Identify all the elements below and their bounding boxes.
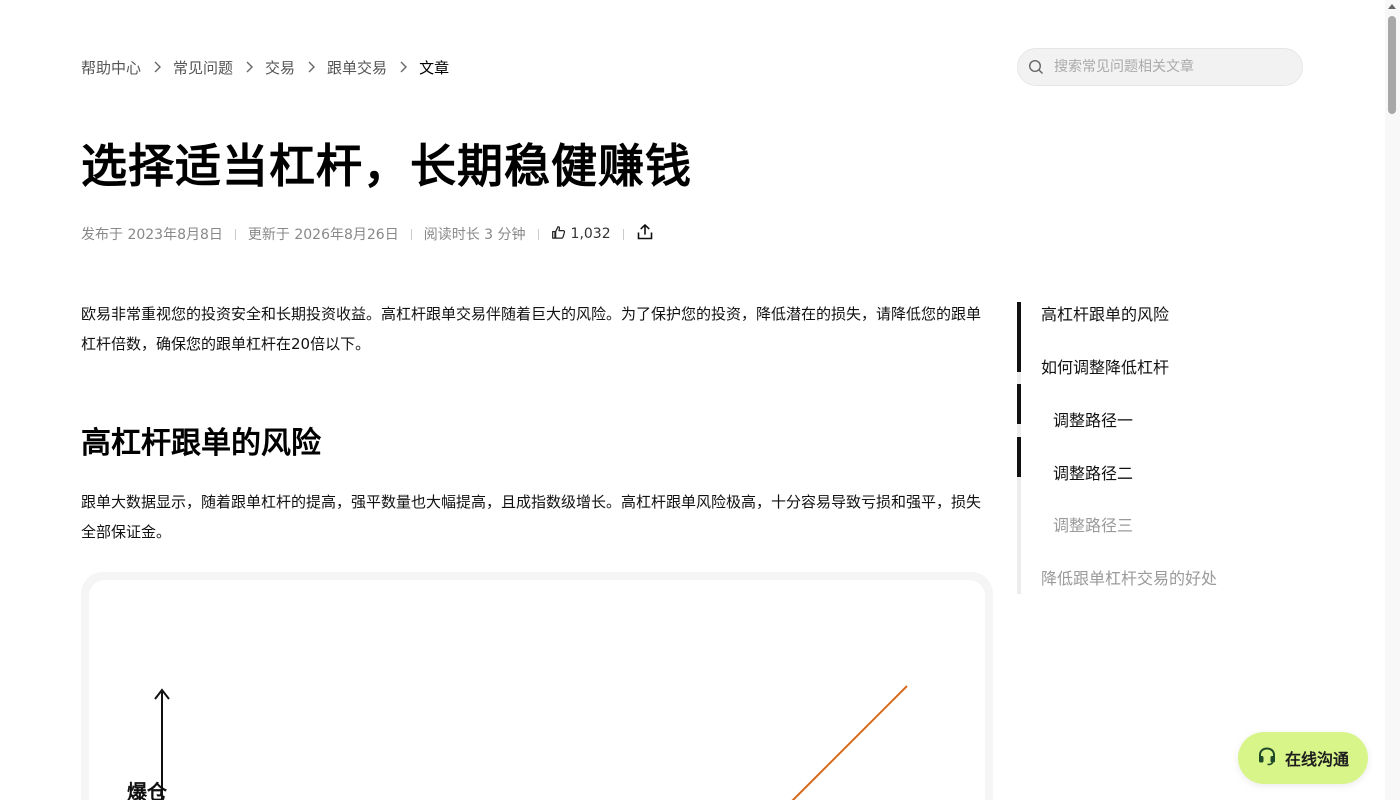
chevron-right-icon [141, 59, 173, 75]
meta-divider [622, 228, 624, 240]
toc-item-path-1[interactable]: 调整路径一 [1053, 408, 1133, 434]
read-time: 阅读时长 3 分钟 [423, 227, 526, 243]
intro-paragraph: 欧易非常重视您的投资安全和长期投资收益。高杠杆跟单交易伴随着巨大的风险。为了保护… [81, 305, 982, 353]
scrollbar-thumb[interactable] [1388, 16, 1396, 114]
breadcrumb-current: 文章 [419, 58, 450, 77]
updated-date: 更新于 2026年8月26日 [247, 227, 399, 243]
toc-item-risk[interactable]: 高杠杆跟单的风险 [1041, 302, 1169, 328]
liquidation-trend-line [791, 685, 908, 800]
scroll-up-arrow-icon[interactable] [1388, 4, 1396, 9]
page-scrollbar[interactable] [1385, 0, 1400, 800]
toc-item-benefits[interactable]: 降低跟单杠杆交易的好处 [1041, 566, 1217, 592]
headset-icon [1257, 746, 1277, 770]
published-date: 发布于 2023年8月8日 [81, 227, 223, 243]
toc-active-indicator [1017, 384, 1021, 424]
breadcrumb-trade[interactable]: 交易 [265, 57, 295, 78]
like-button[interactable]: 1,032 [551, 225, 611, 244]
like-count: 1,032 [570, 226, 611, 242]
chevron-right-icon [387, 59, 419, 75]
thumbs-up-icon [551, 225, 571, 244]
risk-chart-graphic [154, 685, 908, 800]
risk-figure-canvas: 爆仓 [89, 580, 985, 800]
help-article-page: 帮助中心 常见问题 交易 跟单交易 文章 选择适当杠杆，长期稳健赚钱 发布于 2… [0, 0, 1400, 800]
breadcrumb: 帮助中心 常见问题 交易 跟单交易 文章 [81, 56, 449, 78]
share-icon [636, 223, 654, 245]
breadcrumb-help-center[interactable]: 帮助中心 [81, 57, 141, 78]
article-meta: 发布于 2023年8月8日 更新于 2026年8月26日 阅读时长 3 分钟 1… [81, 222, 654, 246]
meta-divider [537, 228, 539, 240]
chevron-right-icon [295, 59, 327, 75]
search-input[interactable] [1052, 58, 1286, 76]
section-heading-risk: 高杠杆跟单的风险 [81, 426, 321, 461]
online-chat-button[interactable]: 在线沟通 [1238, 732, 1368, 784]
section-paragraph-risk: 跟单大数据显示，随着跟单杠杆的提高，强平数量也大幅提高，且成指数级增长。高杠杆跟… [81, 493, 982, 541]
meta-divider [410, 228, 412, 240]
search-box[interactable] [1017, 48, 1303, 86]
toc-item-path-3[interactable]: 调整路径三 [1053, 513, 1133, 539]
breadcrumb-faq[interactable]: 常见问题 [173, 57, 233, 78]
breadcrumb-copy-trading[interactable]: 跟单交易 [327, 57, 387, 78]
online-chat-label: 在线沟通 [1284, 750, 1349, 769]
chevron-right-icon [233, 59, 265, 75]
risk-figure: 爆仓 [81, 572, 993, 800]
search-icon [1028, 58, 1046, 76]
toc-item-path-2[interactable]: 调整路径二 [1053, 461, 1133, 487]
toc-active-indicator [1017, 302, 1021, 372]
page-title: 选择适当杠杆，长期稳健赚钱 [81, 139, 692, 193]
share-button[interactable] [636, 223, 654, 245]
y-axis-label: 爆仓 [127, 780, 167, 800]
toc-item-adjust[interactable]: 如何调整降低杠杆 [1041, 355, 1169, 381]
meta-divider [234, 228, 236, 240]
toc-active-indicator [1017, 437, 1021, 477]
